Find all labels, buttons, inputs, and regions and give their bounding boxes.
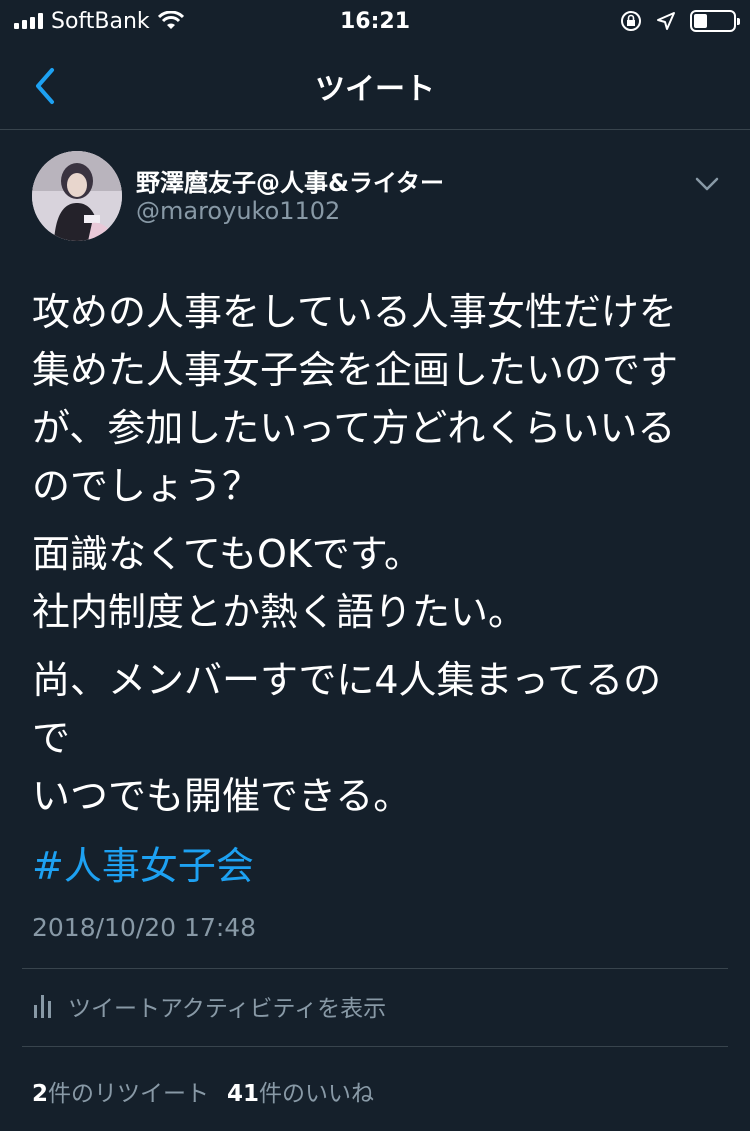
tweet-paragraph-1: 攻めの人事をしている人事女性だけを 集めた人事女子会を企画したいのです が、参加…: [32, 283, 722, 515]
tweet-line: 面識なくてもOKです。: [32, 532, 422, 576]
page-title: ツイート: [315, 71, 435, 107]
tweet-line: 集めた人事女子会を企画したいのです: [32, 348, 679, 392]
avatar-image: [32, 151, 122, 241]
hashtag-link[interactable]: #人事女子会: [32, 837, 254, 895]
retweet-label: 件のリツイート: [48, 1081, 210, 1107]
chevron-down-icon[interactable]: [692, 169, 722, 199]
author-name[interactable]: 野澤麿友子@人事&ライター: [136, 163, 444, 198]
chevron-left-icon: [36, 68, 54, 104]
tweet-line: 尚、メンバーすでに4人集まってるの: [32, 658, 662, 702]
avatar[interactable]: [32, 151, 122, 241]
tweet-activity-button[interactable]: ツイートアクティビティを表示: [32, 989, 386, 1023]
tweet-stats: 2件のリツイート 41件のいいね: [32, 1074, 374, 1108]
retweet-stat[interactable]: 2件のリツイート: [32, 1074, 209, 1108]
tweet-text: 攻めの人事をしている人事女性だけを 集めた人事女子会を企画したいのです が、参加…: [32, 283, 722, 895]
tweet-paragraph-3: 尚、メンバーすでに4人集まってるの で いつでも開催できる。: [32, 651, 722, 825]
author-handle[interactable]: @maroyuko1102: [136, 197, 340, 225]
divider: [22, 1046, 728, 1047]
back-button[interactable]: [24, 62, 64, 110]
tweet-line: のでしょう？: [32, 464, 261, 508]
tweet-paragraph-2: 面識なくてもOKです。 社内制度とか熱く語りたい。: [32, 525, 722, 641]
tweet-line: 社内制度とか熱く語りたい。: [32, 590, 527, 634]
tweet-line: いつでも開催できる。: [32, 774, 412, 818]
retweet-count: 2: [32, 1081, 49, 1107]
nav-bar: ツイート: [0, 42, 750, 130]
bar-chart-icon: [34, 995, 51, 1018]
divider: [22, 968, 728, 969]
status-bar: SoftBank 16:21: [0, 0, 750, 42]
tweet-line: が、参加したいって方どれくらいいる: [32, 406, 676, 450]
like-count: 41: [227, 1081, 260, 1107]
tweet-line: で: [32, 716, 71, 760]
tweet-line: 攻めの人事をしている人事女性だけを: [32, 290, 677, 334]
tweet-timestamp: 2018/10/20 17:48: [32, 913, 257, 942]
like-label: 件のいいね: [259, 1081, 375, 1107]
like-stat[interactable]: 41件のいいね: [227, 1074, 374, 1108]
activity-label: ツイートアクティビティを表示: [68, 996, 387, 1022]
battery-icon: [690, 10, 740, 32]
tweet-header: 野澤麿友子@人事&ライター @maroyuko1102: [32, 151, 722, 241]
clock: 16:21: [339, 8, 411, 34]
